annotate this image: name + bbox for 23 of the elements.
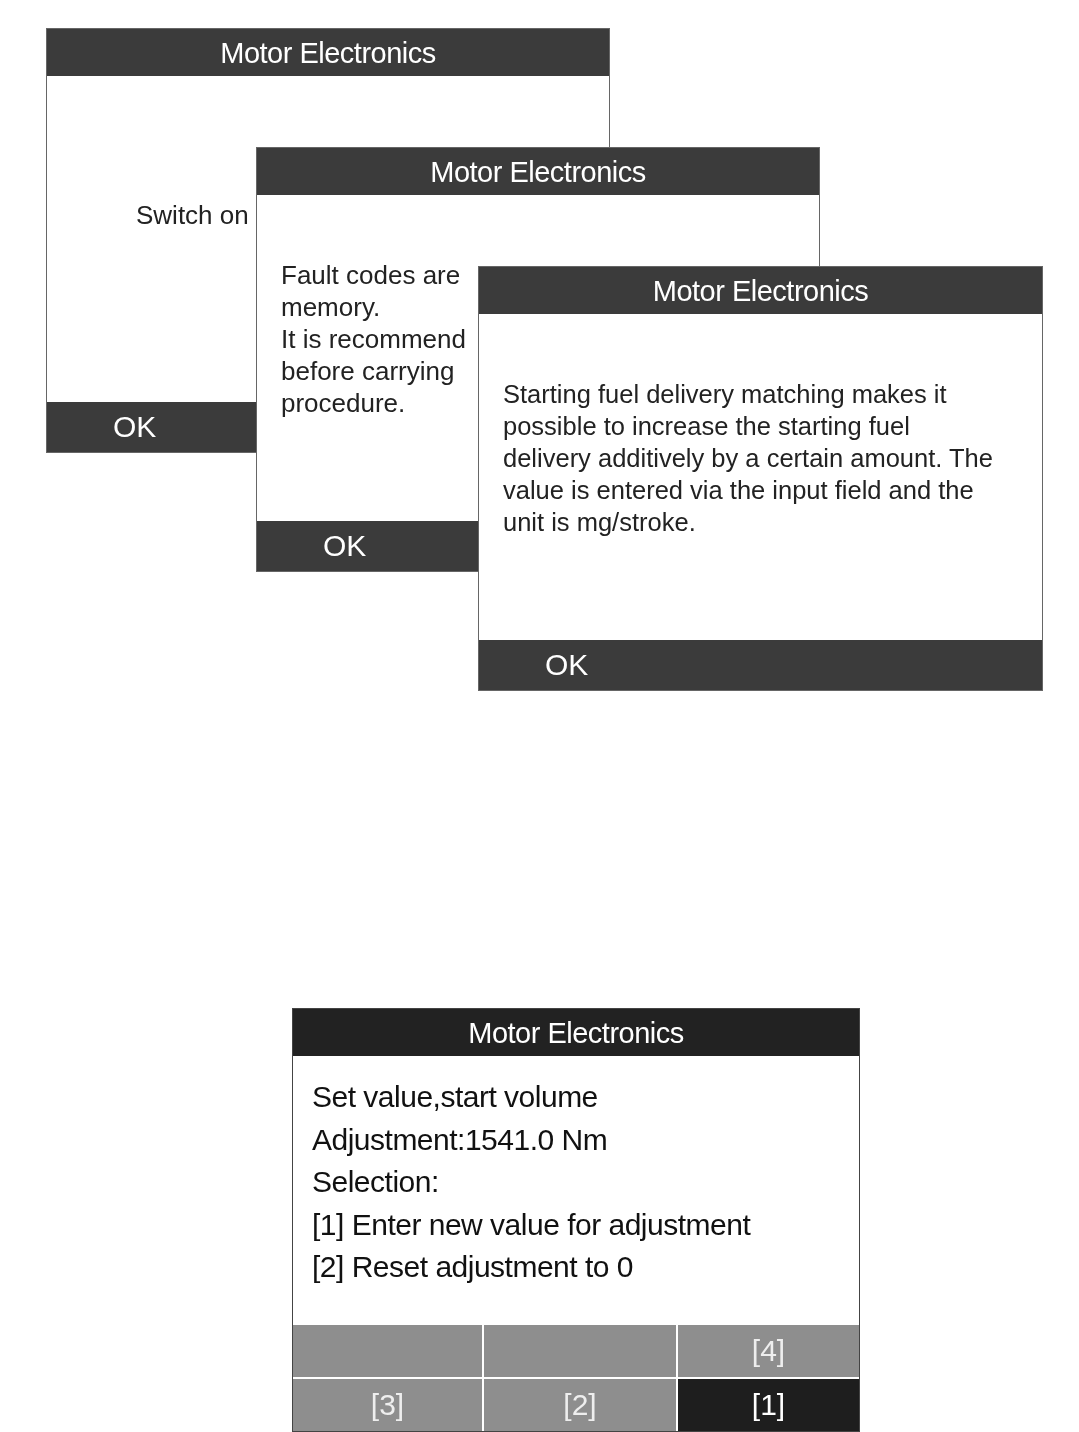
ok-button[interactable]: OK [479,640,1042,690]
menu-text: Selection: [312,1164,439,1200]
menu-text: Set value,start volume [312,1079,598,1115]
menu-text: [2] Reset adjustment to 0 [312,1249,633,1285]
window-title: Motor Electronics [479,267,1042,314]
message-text: before carrying [281,355,455,387]
message-text: Starting fuel delivery matching makes it possible to increase the starting fuel delivery additively by a certain amount. The value is entered via the input field and the unit is mg/stroke. [503,379,994,538]
soft-key[interactable]: [4] [678,1325,859,1377]
soft-key[interactable]: [3] [293,1379,482,1431]
message-text: Switch on [136,200,249,230]
menu-text: Adjustment:1541.0 Nm [312,1121,608,1158]
message-text: procedure. [281,387,406,419]
soft-key[interactable]: [1] [678,1379,859,1431]
message-text: memory. [281,291,381,323]
message-text: It is recommend [281,323,466,355]
soft-key[interactable] [484,1325,676,1377]
window-title: Motor Electronics [293,1009,859,1056]
message-text: Fault codes are [281,259,461,291]
window-title: Motor Electronics [257,148,819,195]
soft-key[interactable] [293,1325,482,1377]
menu-text: [1] Enter new value for adjustment [312,1206,751,1243]
soft-key[interactable]: [2] [484,1379,676,1431]
window-title: Motor Electronics [47,29,609,76]
